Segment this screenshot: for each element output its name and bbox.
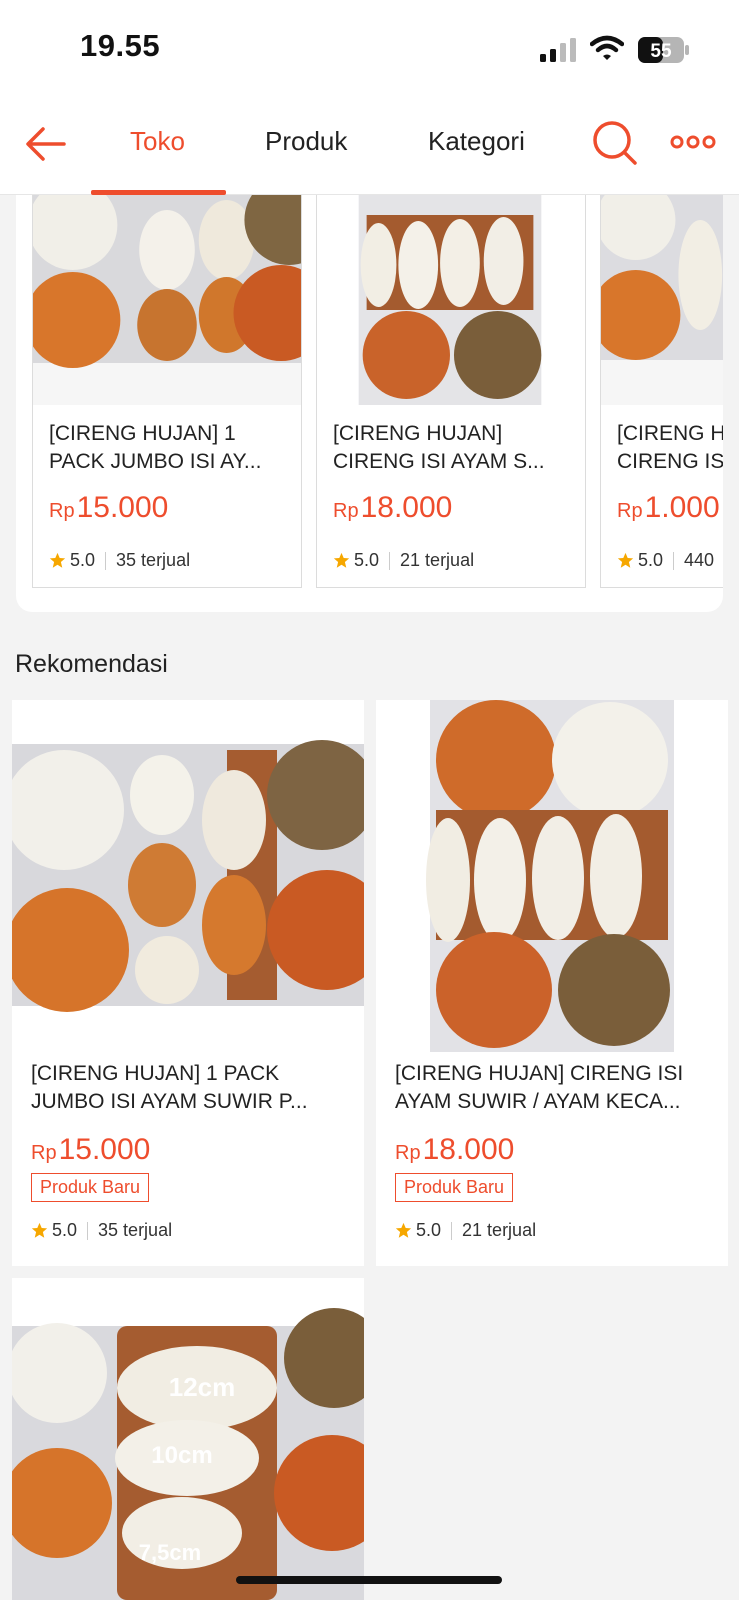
- more-icon[interactable]: [670, 132, 716, 152]
- product-sold: 21 terjual: [400, 550, 475, 570]
- divider: [673, 551, 675, 570]
- new-product-badge: Produk Baru: [395, 1173, 514, 1202]
- product-image: [601, 195, 723, 405]
- product-rating: 5.0: [354, 550, 380, 570]
- shop-navbar: Toko Produk Kategori: [0, 100, 739, 195]
- star-icon: [617, 552, 634, 568]
- tab-toko[interactable]: Toko: [130, 126, 185, 157]
- star-icon: [49, 552, 66, 568]
- product-card[interactable]: 12cm 10cm 7,5cm: [12, 1278, 364, 1600]
- battery-level: 55: [650, 41, 672, 62]
- home-indicator[interactable]: [236, 1576, 502, 1584]
- product-price: Rp18.000: [395, 1133, 515, 1166]
- divider: [389, 551, 391, 570]
- product-image: 12cm 10cm 7,5cm: [12, 1278, 364, 1600]
- wifi-icon: [590, 35, 624, 60]
- tab-kategori[interactable]: Kategori: [428, 126, 525, 157]
- product-card[interactable]: [CIRENG HUJAN] 1 PACK JUMBO ISI AYAM SUW…: [12, 700, 364, 1266]
- divider: [451, 1221, 453, 1240]
- product-meta: 5.0 21 terjual: [333, 550, 474, 571]
- search-icon[interactable]: [590, 118, 640, 168]
- product-meta: 5.0 21 terjual: [395, 1220, 536, 1241]
- product-price: Rp18.000: [333, 491, 453, 524]
- product-title: [CIRENG HUJAN] CIRENG ISI: [617, 422, 723, 473]
- product-meta: 5.0 35 terjual: [49, 550, 190, 571]
- divider: [87, 1221, 89, 1240]
- product-rating: 5.0: [70, 550, 96, 570]
- product-rating: 5.0: [52, 1220, 78, 1240]
- product-image: [12, 700, 364, 1052]
- battery-icon: 55: [638, 37, 689, 63]
- product-title: [CIRENG HUJAN] 1 PACK JUMBO ISI AYAM SUW…: [31, 1062, 308, 1113]
- product-card[interactable]: [CIRENG HUJAN] CIRENG ISI AYAM S... Rp18…: [316, 195, 586, 588]
- section-title-rekomendasi: Rekomendasi: [15, 650, 168, 678]
- product-title: [CIRENG HUJAN] 1 PACK JUMBO ISI AY...: [49, 422, 262, 473]
- product-sold: 440: [684, 550, 715, 570]
- image-label: 7,5cm: [139, 1540, 201, 1565]
- product-rating: 5.0: [638, 550, 664, 570]
- tab-produk[interactable]: Produk: [265, 126, 347, 157]
- product-sold: 35 terjual: [98, 1220, 173, 1240]
- product-price: Rp15.000: [49, 491, 169, 524]
- product-image: [317, 195, 585, 405]
- signal-icon: [540, 38, 576, 62]
- product-image: [33, 195, 301, 405]
- product-sold: 21 terjual: [462, 1220, 537, 1240]
- product-price: Rp1.000: [617, 491, 720, 524]
- product-price: Rp15.000: [31, 1133, 151, 1166]
- product-image: [376, 700, 728, 1052]
- product-rating: 5.0: [416, 1220, 442, 1240]
- back-arrow-icon[interactable]: [24, 122, 68, 166]
- product-title: [CIRENG HUJAN] CIRENG ISI AYAM S...: [333, 422, 545, 473]
- image-label: 10cm: [151, 1442, 212, 1469]
- product-sold: 35 terjual: [116, 550, 191, 570]
- star-icon: [395, 1222, 412, 1238]
- product-title: [CIRENG HUJAN] CIRENG ISI AYAM SUWIR / A…: [395, 1062, 684, 1113]
- status-bar: 19.55 55: [0, 0, 739, 100]
- shop-product-carousel[interactable]: [CIRENG HUJAN] 1 PACK JUMBO ISI AY... Rp…: [16, 195, 723, 612]
- new-product-badge: Produk Baru: [31, 1173, 150, 1202]
- product-card[interactable]: [CIRENG HUJAN] 1 PACK JUMBO ISI AY... Rp…: [32, 195, 302, 588]
- status-time: 19.55: [80, 28, 161, 63]
- product-card[interactable]: [CIRENG HUJAN] CIRENG ISI Rp1.000 5.0 44…: [600, 195, 723, 588]
- product-card[interactable]: [CIRENG HUJAN] CIRENG ISI AYAM SUWIR / A…: [376, 700, 728, 1266]
- star-icon: [31, 1222, 48, 1238]
- product-meta: 5.0 35 terjual: [31, 1220, 172, 1241]
- image-label: 12cm: [169, 1372, 236, 1402]
- star-icon: [333, 552, 350, 568]
- divider: [105, 551, 107, 570]
- product-meta: 5.0 440: [617, 550, 714, 571]
